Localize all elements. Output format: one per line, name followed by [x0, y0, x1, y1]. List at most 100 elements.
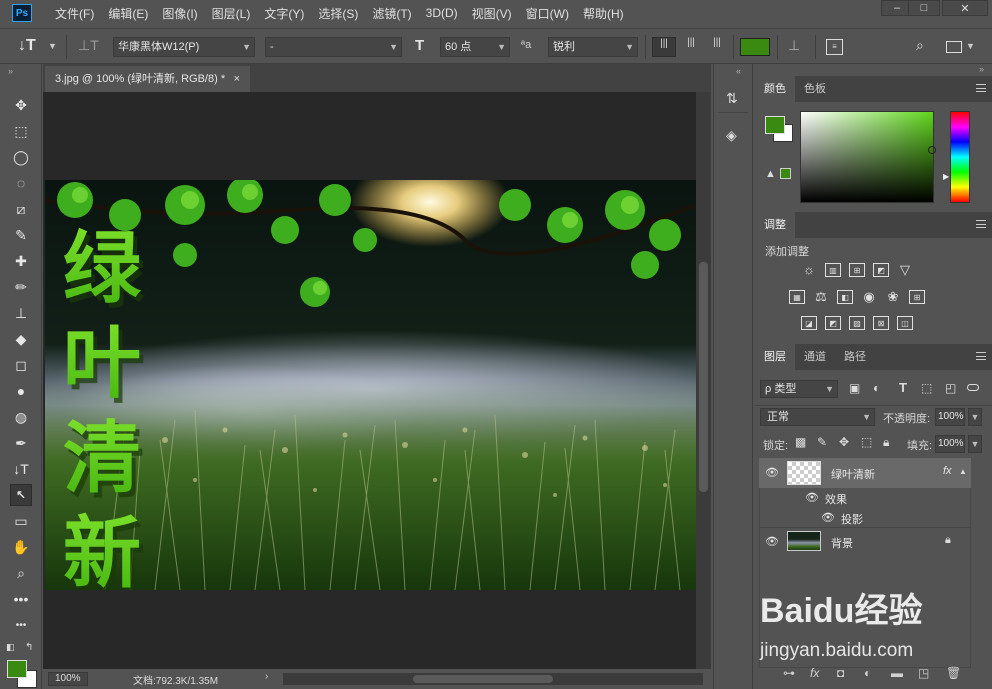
- chevron-up-icon[interactable]: ▲: [959, 467, 967, 476]
- healing-brush-tool-icon[interactable]: ✚: [10, 250, 32, 272]
- close-window-button[interactable]: ✕: [942, 0, 988, 16]
- font-style-select[interactable]: - ▼: [265, 37, 402, 57]
- layer-row-text[interactable]: 👁︎ 绿叶清新 fx ▲: [759, 458, 971, 488]
- tab-adjustments[interactable]: 调整: [755, 212, 795, 238]
- photo-filter-icon[interactable]: ◉: [861, 289, 877, 304]
- menu-filter[interactable]: 滤镜(T): [365, 5, 418, 22]
- canvas-area[interactable]: 绿 叶 清 新 绿 叶 清 新: [43, 92, 696, 669]
- lock-artboard-icon[interactable]: ⬚: [861, 435, 872, 449]
- link-layers-icon[interactable]: ⊶: [783, 666, 795, 680]
- chevron-down-icon[interactable]: ▼: [968, 408, 982, 426]
- filter-adjustment-icon[interactable]: ◐: [873, 381, 880, 395]
- layer-filter-select[interactable]: ρ 类型 ▼: [760, 380, 838, 398]
- more-tools-icon[interactable]: •••: [10, 614, 32, 636]
- workspace-icon[interactable]: [946, 41, 962, 53]
- brush-tool-icon[interactable]: ✏: [10, 276, 32, 298]
- hand-tool-icon[interactable]: ⌕: [10, 562, 32, 584]
- menu-file[interactable]: 文件(F): [48, 5, 101, 22]
- font-family-select[interactable]: 华康黑体W12(P) ▼: [113, 37, 255, 57]
- opacity-field[interactable]: 100%: [935, 408, 965, 426]
- eyedropper-tool-icon[interactable]: ✎: [10, 224, 32, 246]
- menu-image[interactable]: 图像(I): [155, 5, 204, 22]
- threshold-icon[interactable]: ▨: [849, 316, 865, 330]
- new-group-icon[interactable]: ▬: [891, 666, 903, 680]
- add-style-icon[interactable]: fx: [810, 666, 819, 680]
- move-tool-icon[interactable]: ✥: [10, 94, 32, 116]
- tab-channels[interactable]: 通道: [795, 344, 835, 370]
- tab-swatches[interactable]: 色板: [795, 76, 835, 102]
- new-adjustment-icon[interactable]: ◐: [864, 666, 871, 680]
- collapse-icon[interactable]: «: [736, 66, 741, 76]
- antialias-select[interactable]: 锐利 ▼: [548, 37, 638, 57]
- delete-layer-icon[interactable]: 🗑: [946, 666, 961, 680]
- tab-layers[interactable]: 图层: [755, 344, 795, 370]
- menu-window[interactable]: 窗口(W): [519, 5, 576, 22]
- layer-name[interactable]: 绿叶清新: [831, 466, 875, 482]
- chevron-right-icon[interactable]: ›: [265, 671, 268, 682]
- tab-paths[interactable]: 路径: [835, 344, 875, 370]
- maximize-button[interactable]: □: [908, 0, 940, 16]
- font-size-select[interactable]: 60 点 ▼: [440, 37, 510, 57]
- new-layer-icon[interactable]: ◳: [918, 666, 929, 680]
- vertical-scrollbar[interactable]: [696, 92, 711, 669]
- fx-badge[interactable]: fx: [943, 465, 952, 477]
- filter-type-icon[interactable]: T: [899, 380, 907, 395]
- text-color-swatch[interactable]: [740, 38, 770, 56]
- warp-text-icon[interactable]: ⊥: [788, 37, 800, 57]
- pen-tool-icon[interactable]: ↓T: [10, 458, 32, 480]
- foreground-color-swatch[interactable]: [7, 660, 27, 678]
- hue-marker-icon[interactable]: ▶: [943, 172, 949, 181]
- horizontal-scrollbar[interactable]: [283, 673, 703, 685]
- hue-saturation-icon[interactable]: ▦: [789, 290, 805, 304]
- blend-mode-select[interactable]: 正常 ▼: [760, 408, 875, 426]
- document-tab[interactable]: 3.jpg @ 100% (绿叶清新, RGB/8) * ×: [45, 66, 250, 92]
- swap-colors-icon[interactable]: ↰: [25, 642, 33, 653]
- foreground-color-chip[interactable]: [765, 116, 785, 134]
- scrollbar-thumb[interactable]: [413, 675, 553, 683]
- vibrance-icon[interactable]: ▽: [897, 262, 913, 277]
- properties-icon[interactable]: ⇅: [726, 90, 738, 107]
- filter-pixel-icon[interactable]: ▣: [849, 381, 860, 395]
- tab-color[interactable]: 颜色: [755, 76, 795, 102]
- search-icon[interactable]: ⌕: [916, 37, 924, 57]
- type-tool-icon[interactable]: ↖: [10, 484, 32, 506]
- chevron-down-icon[interactable]: ▼: [48, 41, 57, 61]
- selective-color-icon[interactable]: ⊠: [873, 316, 889, 330]
- visibility-eye-icon[interactable]: 👁︎: [821, 511, 835, 524]
- panel-menu-icon[interactable]: [976, 352, 986, 360]
- collapse-icon[interactable]: »: [979, 64, 984, 74]
- visibility-eye-icon[interactable]: 👁︎: [805, 491, 819, 504]
- add-mask-icon[interactable]: ◘: [837, 666, 844, 680]
- lock-transparent-icon[interactable]: ▩: [795, 435, 806, 449]
- exposure-icon[interactable]: ◩: [873, 263, 889, 277]
- align-right-icon[interactable]: |||: [706, 37, 728, 57]
- filter-toggle-icon[interactable]: [967, 384, 979, 391]
- crop-tool-icon[interactable]: ⧄: [10, 198, 32, 220]
- curves-icon[interactable]: ⊞: [849, 263, 865, 277]
- dodge-tool-icon[interactable]: ✒: [10, 432, 32, 454]
- gradient-map-icon[interactable]: ◫: [897, 316, 913, 330]
- menu-select[interactable]: 选择(S): [311, 5, 365, 22]
- posterize-icon[interactable]: ◩: [825, 316, 841, 330]
- channel-mixer-icon[interactable]: ❀: [885, 289, 901, 304]
- levels-icon[interactable]: ▥: [825, 263, 841, 277]
- menu-edit[interactable]: 编辑(E): [101, 5, 155, 22]
- zoom-tool-icon[interactable]: •••: [10, 588, 32, 610]
- brightness-icon[interactable]: ☼: [801, 262, 817, 277]
- lock-all-icon[interactable]: 🔒︎: [883, 435, 889, 450]
- filter-shape-icon[interactable]: ⬚: [921, 381, 932, 395]
- align-left-icon[interactable]: |||: [652, 37, 676, 57]
- scrollbar-thumb[interactable]: [699, 262, 708, 492]
- invert-icon[interactable]: ◪: [801, 316, 817, 330]
- hue-slider[interactable]: [950, 111, 970, 203]
- chevron-down-icon[interactable]: ▼: [966, 41, 975, 61]
- color-picker-ring[interactable]: [928, 146, 936, 154]
- rectangle-tool-icon[interactable]: ✋: [10, 536, 32, 558]
- menu-view[interactable]: 视图(V): [465, 5, 519, 22]
- eraser-tool-icon[interactable]: ◻: [10, 354, 32, 376]
- layer-effect-drop-shadow[interactable]: 👁︎ 投影: [759, 508, 971, 528]
- libraries-icon[interactable]: ◈: [726, 127, 737, 144]
- menu-type[interactable]: 文字(Y): [257, 5, 311, 22]
- fill-field[interactable]: 100%: [935, 435, 965, 453]
- blur-tool-icon[interactable]: ◍: [10, 406, 32, 428]
